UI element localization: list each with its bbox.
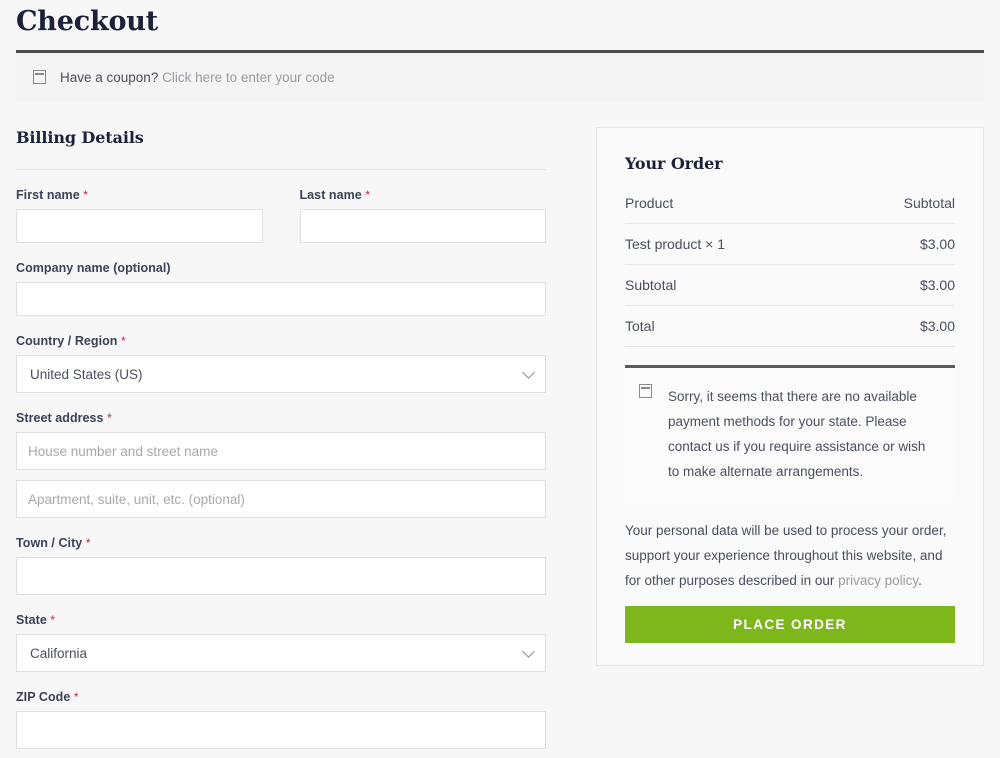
page-title: Checkout (16, 6, 158, 37)
street-address-field-group: Street address * (16, 411, 546, 470)
tofu-box-icon (33, 70, 46, 84)
total-label: Total (625, 305, 843, 347)
column-header-subtotal: Subtotal (843, 195, 955, 224)
billing-details-heading: Billing Details (16, 128, 144, 147)
required-asterisk: * (121, 334, 126, 348)
tofu-box-icon (639, 384, 652, 398)
subtotal-label: Subtotal (625, 264, 843, 306)
order-item-amount: $3.00 (843, 223, 955, 265)
order-panel: Your Order Product Subtotal Test product… (596, 127, 984, 666)
first-name-label-text: First name (16, 188, 80, 202)
city-label-text: Town / City (16, 536, 83, 550)
required-asterisk: * (50, 613, 56, 627)
company-field-group: Company name (optional) (16, 261, 546, 316)
total-amount: $3.00 (843, 305, 955, 347)
table-row: Subtotal $3.00 (625, 264, 955, 306)
coupon-prompt: Have a coupon? (60, 69, 159, 85)
order-item-name: Test product × 1 (625, 223, 843, 265)
first-name-label: First name * (16, 188, 263, 202)
country-label-text: Country / Region (16, 334, 118, 348)
address-line-2-input[interactable] (16, 480, 546, 518)
table-row: Total $3.00 (625, 305, 955, 347)
order-heading: Your Order (625, 154, 723, 173)
address-line-2-field-group (16, 480, 546, 518)
payment-notice: Sorry, it seems that there are no availa… (625, 368, 955, 502)
payment-notice-text: Sorry, it seems that there are no availa… (668, 389, 926, 479)
billing-divider (16, 169, 546, 170)
city-label: Town / City * (16, 536, 546, 550)
zip-field-group: ZIP Code * (16, 690, 546, 749)
state-select[interactable]: California (16, 634, 546, 672)
state-label-text: State (16, 613, 47, 627)
order-summary-section: Your Order Product Subtotal Test product… (596, 127, 984, 666)
order-table-header-row: Product Subtotal (625, 195, 955, 224)
place-order-button[interactable]: PLACE ORDER (625, 606, 955, 643)
required-asterisk: * (83, 188, 88, 202)
coupon-enter-code-link[interactable]: Click here to enter your code (162, 70, 335, 85)
privacy-notice-suffix: . (918, 573, 922, 588)
first-name-field-group: First name * (16, 188, 263, 243)
country-select-wrap: United States (US) (16, 355, 546, 393)
zip-input[interactable] (16, 711, 546, 749)
street-address-label-text: Street address (16, 411, 104, 425)
zip-label-text: ZIP Code (16, 690, 71, 704)
privacy-notice: Your personal data will be used to proce… (625, 518, 955, 593)
checkout-columns: Billing Details First name * Last name *… (16, 127, 984, 758)
coupon-bar[interactable]: Have a coupon? Click here to enter your … (16, 53, 984, 101)
street-address-label: Street address * (16, 411, 546, 425)
company-input[interactable] (16, 282, 546, 316)
city-input[interactable] (16, 557, 546, 595)
privacy-policy-link[interactable]: privacy policy (838, 573, 918, 588)
state-field-group: State * California (16, 613, 546, 672)
last-name-label-text: Last name (299, 188, 362, 202)
billing-details-section: Billing Details First name * Last name *… (16, 127, 546, 758)
checkout-page: Checkout Have a coupon? Click here to en… (0, 0, 1000, 758)
first-name-input[interactable] (16, 209, 263, 243)
street-address-input[interactable] (16, 432, 546, 470)
state-label: State * (16, 613, 546, 627)
country-field-group: Country / Region * United States (US) (16, 334, 546, 393)
coupon-message: Have a coupon? Click here to enter your … (60, 70, 335, 85)
zip-label: ZIP Code * (16, 690, 546, 704)
table-row: Test product × 1 $3.00 (625, 223, 955, 265)
country-select[interactable]: United States (US) (16, 355, 546, 393)
name-field-row: First name * Last name * (16, 188, 546, 243)
column-header-product: Product (625, 195, 843, 224)
subtotal-amount: $3.00 (843, 264, 955, 306)
required-asterisk: * (85, 536, 91, 550)
last-name-label: Last name * (300, 188, 547, 202)
order-table: Product Subtotal Test product × 1 $3.00 … (625, 195, 955, 347)
last-name-input[interactable] (299, 209, 546, 243)
required-asterisk: * (73, 690, 79, 704)
required-asterisk: * (107, 411, 112, 425)
city-field-group: Town / City * (16, 536, 546, 595)
last-name-field-group: Last name * (299, 188, 547, 243)
state-select-wrap: California (16, 634, 546, 672)
company-label: Company name (optional) (16, 261, 171, 275)
required-asterisk: * (365, 188, 371, 202)
country-label: Country / Region * (16, 334, 546, 348)
